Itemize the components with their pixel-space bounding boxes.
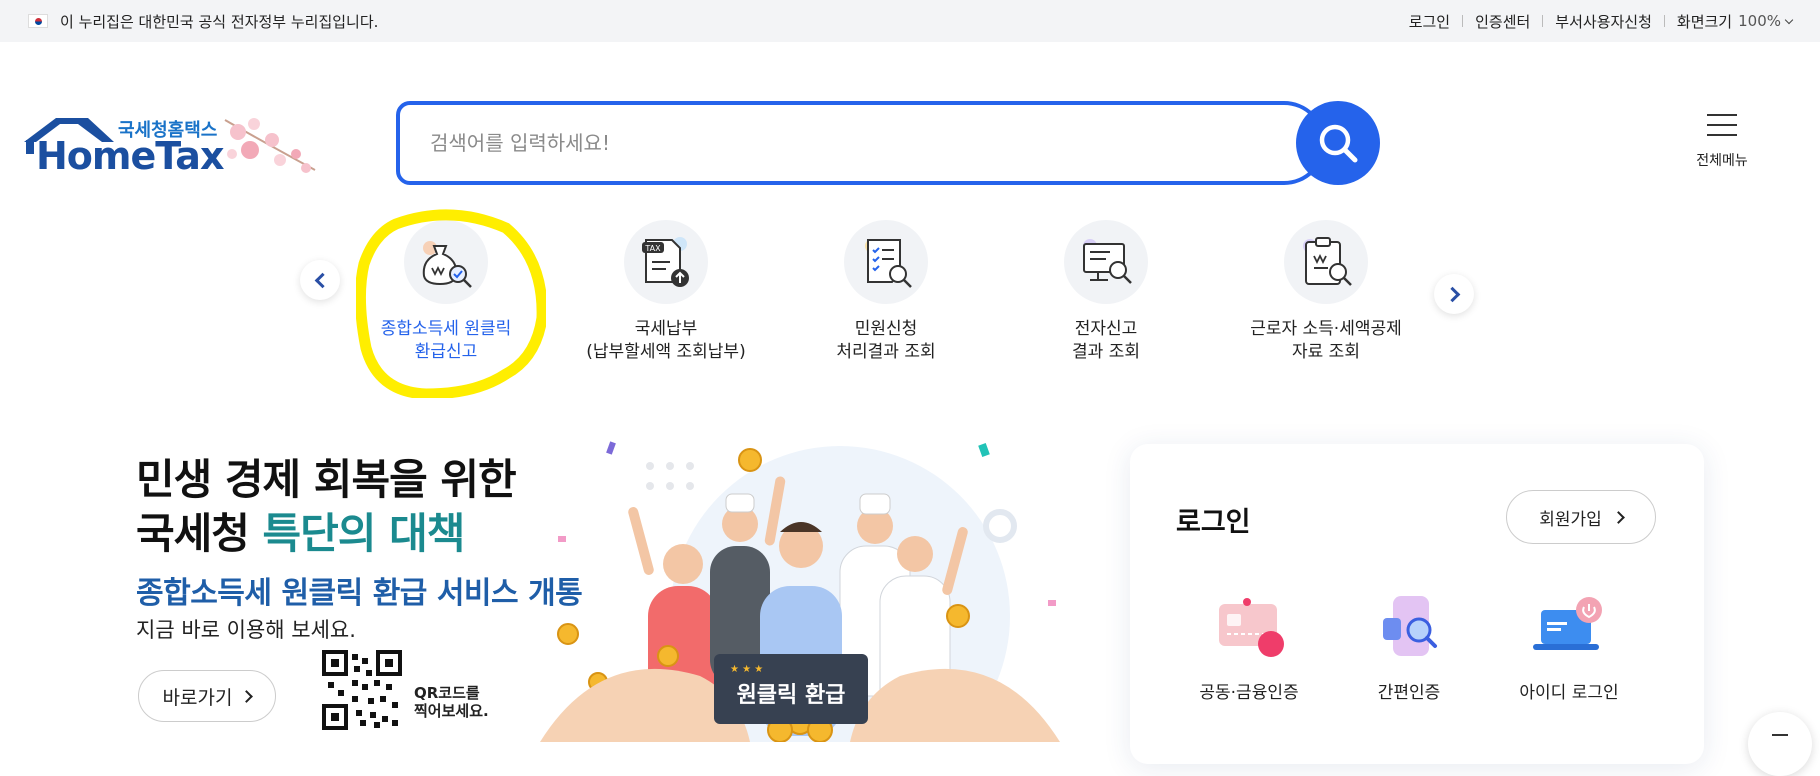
quick-menu-label: 종합소득세 원클릭 환급신고 bbox=[381, 318, 512, 364]
login-link[interactable]: 로그인 bbox=[1409, 11, 1450, 32]
certificate-card-icon bbox=[1219, 598, 1284, 657]
utility-links: 로그인 인증센터 부서사용자신청 화면크기 100% bbox=[1409, 11, 1794, 32]
carousel-next-button[interactable] bbox=[1434, 274, 1474, 314]
laptop-power-icon bbox=[1533, 597, 1602, 650]
banner-title-line2: 국세청 특단의 대책 bbox=[136, 500, 466, 561]
all-menu-button[interactable]: 전체메뉴 bbox=[1690, 112, 1754, 176]
sign-text: 원클릭 환급 bbox=[737, 683, 846, 708]
chevron-right-icon bbox=[1611, 510, 1625, 524]
login-option-label: 간편인증 bbox=[1377, 683, 1441, 703]
logo-wordmark: HomeTax bbox=[36, 134, 224, 178]
signup-button[interactable]: 회원가입 bbox=[1506, 490, 1656, 544]
quick-menu-item-civil-complaint[interactable]: 민원신청 처리결과 조회 bbox=[786, 220, 986, 364]
zoom-control[interactable]: 화면크기 100% bbox=[1676, 11, 1794, 32]
svg-text:TAX: TAX bbox=[644, 244, 661, 253]
quick-menu-label-line1: 근로자 소득·세액공제 bbox=[1250, 319, 1402, 339]
monitor-search-icon bbox=[1064, 220, 1148, 304]
svg-text:★ ★ ★: ★ ★ ★ bbox=[730, 664, 763, 675]
hamburger-icon bbox=[1707, 112, 1737, 136]
quick-menu-item-income-tax-refund[interactable]: 종합소득세 원클릭 환급신고 bbox=[346, 220, 546, 364]
quick-menu-item-tax-payment[interactable]: TAX 국세납부 (납부할세액 조회납부) bbox=[566, 220, 766, 364]
login-option-certificate[interactable]: 공동·금융인증 bbox=[1174, 594, 1324, 703]
chevron-right-icon bbox=[1444, 286, 1460, 302]
divider bbox=[1663, 15, 1665, 27]
quick-menu-item-worker-deduction[interactable]: 근로자 소득·세액공제 자료 조회 bbox=[1226, 220, 1426, 364]
qr-caption-line1: QR코드를 bbox=[414, 684, 480, 702]
tax-document-upload-icon: TAX bbox=[624, 220, 708, 304]
divider bbox=[1462, 15, 1464, 27]
search-icon bbox=[1319, 124, 1358, 163]
login-option-label: 공동·금융인증 bbox=[1199, 683, 1299, 703]
chevron-left-icon bbox=[314, 272, 330, 288]
gov-banner-left: 이 누리집은 대한민국 공식 전자정부 누리집입니다. bbox=[28, 11, 378, 32]
login-option-id-login[interactable]: 아이디 로그인 bbox=[1494, 594, 1644, 703]
gov-banner: 이 누리집은 대한민국 공식 전자정부 누리집입니다. 로그인 인증센터 부서사… bbox=[0, 0, 1820, 42]
quick-menu-label-line2: (납부할세액 조회납부) bbox=[586, 342, 746, 362]
qr-caption-line2: 찍어보세요. bbox=[414, 702, 489, 720]
search-area bbox=[396, 101, 1380, 185]
chevron-down-icon bbox=[1784, 15, 1794, 24]
quick-menu-label-line2: 결과 조회 bbox=[1072, 342, 1140, 362]
carousel-prev-button[interactable] bbox=[300, 260, 340, 300]
quick-menu-label: 민원신청 처리결과 조회 bbox=[836, 318, 935, 364]
quick-menu-label-line2: 처리결과 조회 bbox=[836, 342, 936, 362]
checklist-search-icon bbox=[844, 220, 928, 304]
quick-menu-label-line2: 환급신고 bbox=[414, 342, 478, 362]
search-input[interactable] bbox=[430, 131, 1190, 155]
quick-menu-label-line2: 자료 조회 bbox=[1292, 342, 1360, 362]
banner-title-prefix: 국세청 bbox=[136, 509, 263, 558]
cherry-blossom-icon bbox=[224, 118, 316, 173]
quick-menu-label: 전자신고 결과 조회 bbox=[1072, 318, 1140, 364]
banner-title-accent: 특단의 대책 bbox=[262, 509, 466, 558]
zoom-value: 100% bbox=[1738, 12, 1781, 30]
quick-menu-label-line1: 종합소득세 원클릭 bbox=[380, 319, 512, 339]
login-option-label: 아이디 로그인 bbox=[1519, 683, 1619, 703]
hometax-logo[interactable]: 국세청홈택스 HomeTax bbox=[22, 110, 322, 190]
banner-subtitle: 종합소득세 원클릭 환급 서비스 개통 bbox=[136, 576, 583, 611]
divider bbox=[1542, 15, 1544, 27]
quick-menu-label-line1: 전자신고 bbox=[1074, 319, 1138, 339]
banner-description: 지금 바로 이용해 보세요. bbox=[136, 618, 356, 642]
login-card: 로그인 회원가입 공동·금융인증 간편인증 아이디 로그인 bbox=[1130, 444, 1704, 764]
all-menu-label: 전체메뉴 bbox=[1696, 153, 1748, 169]
qr-code-icon bbox=[322, 650, 402, 730]
login-title: 로그인 bbox=[1176, 507, 1251, 538]
search-button[interactable] bbox=[1296, 101, 1380, 185]
quick-menu-label: 국세납부 (납부할세액 조회납부) bbox=[586, 318, 745, 364]
go-button[interactable]: 바로가기 bbox=[138, 670, 276, 722]
login-option-simple-auth[interactable]: 간편인증 bbox=[1334, 594, 1484, 703]
quick-menu-item-e-filing-result[interactable]: 전자신고 결과 조회 bbox=[1006, 220, 1206, 364]
phone-search-icon bbox=[1383, 596, 1437, 656]
celebration-illustration: ★ ★ ★ 원클릭 환급 bbox=[540, 441, 1060, 742]
signup-label: 회원가입 bbox=[1539, 509, 1602, 530]
cert-center-link[interactable]: 인증센터 bbox=[1475, 11, 1530, 32]
dept-user-link[interactable]: 부서사용자신청 bbox=[1555, 11, 1652, 32]
go-button-label: 바로가기 bbox=[162, 686, 233, 709]
chevron-right-icon bbox=[240, 689, 254, 703]
zoom-label: 화면크기 bbox=[1676, 12, 1733, 31]
banner-title-line1: 민생 경제 회복을 위한 bbox=[136, 455, 517, 504]
floating-collapse-button[interactable] bbox=[1748, 712, 1812, 776]
quick-menu-label-line1: 민원신청 bbox=[854, 319, 918, 339]
search-box bbox=[396, 101, 1326, 185]
quick-menu-label-line1: 국세납부 bbox=[634, 319, 698, 339]
money-bag-search-icon bbox=[404, 220, 488, 304]
gov-banner-text: 이 누리집은 대한민국 공식 전자정부 누리집입니다. bbox=[60, 12, 379, 31]
korea-flag-icon bbox=[28, 14, 48, 28]
clipboard-search-icon bbox=[1284, 220, 1368, 304]
qr-caption: QR코드를 찍어보세요. bbox=[414, 684, 489, 720]
quick-menu-label: 근로자 소득·세액공제 자료 조회 bbox=[1250, 318, 1402, 364]
